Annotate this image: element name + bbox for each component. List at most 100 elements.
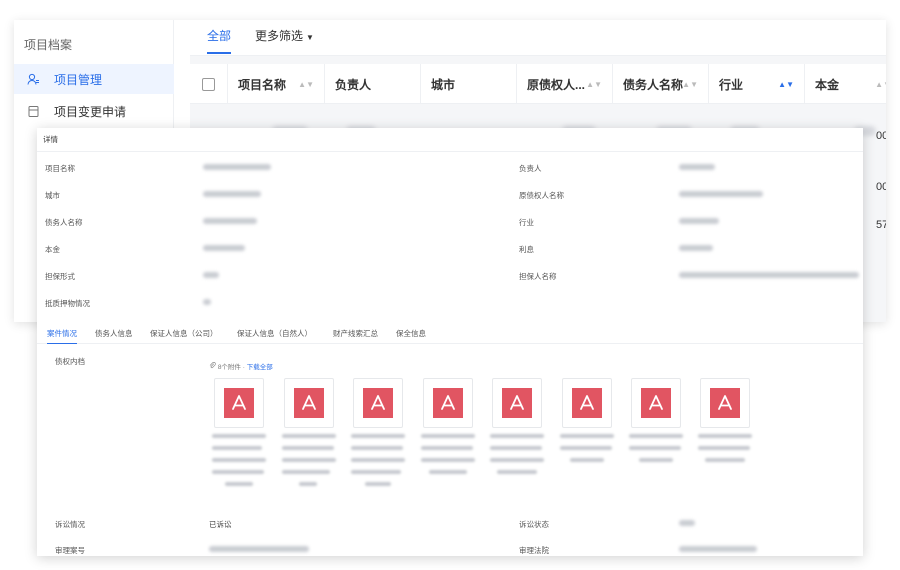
pdf-attachment[interactable] [423, 378, 473, 428]
blurred-filename [497, 470, 537, 474]
blurred-value [679, 164, 715, 170]
case-number-label: 审理案号 [55, 546, 85, 555]
pdf-attachment[interactable] [214, 378, 264, 428]
blurred-filename [560, 434, 614, 438]
sort-icon[interactable]: ▲▼ [778, 80, 794, 89]
blurred-filename [351, 446, 403, 450]
blurred-value [679, 191, 763, 197]
principal-value: 00 [876, 130, 886, 142]
pdf-attachment[interactable] [492, 378, 542, 428]
blurred-filename [225, 482, 253, 486]
blurred-filename [351, 458, 405, 462]
sort-icon[interactable]: ▲▼ [875, 80, 886, 89]
tab-more-filters[interactable]: 更多筛选 ▼ [255, 27, 314, 52]
attachment-info: 8个附件 · 下载全部 [209, 361, 273, 371]
tab-property-clues[interactable]: 财产线索汇总 [333, 328, 378, 343]
blurred-filename [490, 458, 544, 462]
blurred-filename [698, 434, 752, 438]
user-group-icon [26, 72, 40, 86]
detail-tabs: 案件情况 债务人信息 保证人信息（公司） 保证人信息（自然人） 财产线索汇总 保… [37, 326, 863, 344]
select-all-checkbox[interactable] [202, 77, 215, 91]
tab-guarantor-person[interactable]: 保证人信息（自然人） [237, 328, 312, 343]
blurred-filename [698, 446, 750, 450]
column-principal[interactable]: 本金▲▼ [805, 64, 886, 104]
pdf-attachment[interactable] [700, 378, 750, 428]
litigation-value: 已诉讼 [209, 520, 232, 529]
caret-down-icon: ▼ [306, 33, 314, 42]
blurred-value [203, 218, 257, 224]
tab-all[interactable]: 全部 [207, 27, 232, 54]
blurred-filename [212, 470, 264, 474]
sidebar-item-label: 项目变更申请 [54, 104, 127, 119]
field-label: 利息 [519, 245, 534, 254]
blurred-value [203, 245, 245, 251]
field-label: 城市 [45, 191, 60, 200]
blurred-filename [212, 434, 266, 438]
blurred-filename [421, 446, 473, 450]
tab-debtor-info[interactable]: 债务人信息 [95, 328, 133, 343]
principal-value: 57 [876, 219, 886, 231]
download-all-link[interactable]: 下载全部 [247, 364, 273, 371]
litigation-label: 诉讼情况 [55, 520, 85, 529]
sort-icon[interactable]: ▲▼ [586, 80, 602, 89]
blurred-filename [421, 458, 475, 462]
blurred-filename [560, 446, 612, 450]
column-debtor-name[interactable]: 债务人名称 ▲▼ [613, 64, 709, 104]
blurred-filename [365, 482, 391, 486]
pdf-icon [502, 388, 532, 418]
field-label: 负责人 [519, 164, 542, 173]
blurred-filename [490, 446, 542, 450]
column-owner[interactable]: 负责人 [325, 64, 421, 104]
sidebar-item-label: 项目管理 [54, 72, 103, 87]
tab-case-info[interactable]: 案件情况 [47, 328, 77, 344]
field-label: 担保形式 [45, 272, 75, 281]
table-header: 项目名称 ▲▼ 负责人 城市 原债权人... ▲▼ 债务人名称 ▲▼ 行业 ▲▼ 本金 ▲… [190, 64, 886, 104]
blurred-filename [282, 458, 336, 462]
blurred-value [679, 272, 859, 278]
column-original-creditor[interactable]: 原债权人... ▲▼ [517, 64, 613, 104]
blurred-value [203, 299, 211, 305]
blurred-filename [705, 458, 745, 462]
blurred-value [203, 191, 261, 197]
tab-preservation-info[interactable]: 保全信息 [396, 328, 426, 343]
paperclip-icon [209, 361, 218, 371]
pdf-attachment[interactable] [631, 378, 681, 428]
blurred-value [679, 245, 713, 251]
pdf-icon [224, 388, 254, 418]
field-label: 担保人名称 [519, 272, 557, 281]
filter-tabs: 全部 更多筛选 ▼ [190, 20, 886, 56]
blurred-value [679, 546, 757, 552]
pdf-attachment[interactable] [353, 378, 403, 428]
sidebar-item-project-management[interactable]: 项目管理 [14, 64, 174, 94]
blurred-value [679, 218, 719, 224]
field-label: 债务人名称 [45, 218, 83, 227]
principal-value: 00 [876, 181, 886, 193]
blurred-filename [629, 434, 683, 438]
tab-guarantor-company[interactable]: 保证人信息（公司） [150, 328, 218, 343]
blurred-filename [282, 446, 334, 450]
pdf-icon [433, 388, 463, 418]
sidebar-item-project-change-request[interactable]: 项目变更申请 [14, 96, 174, 126]
blurred-filename [212, 446, 262, 450]
sort-icon[interactable]: ▲▼ [682, 80, 698, 89]
blurred-filename [639, 458, 673, 462]
pdf-attachment[interactable] [562, 378, 612, 428]
detail-panel: 详情 项目名称 城市 债务人名称 本金 担保形式 抵质押物情况 负责人 原债权人… [37, 128, 863, 556]
blurred-filename [570, 458, 604, 462]
field-label: 行业 [519, 218, 534, 227]
blurred-filename [282, 434, 336, 438]
pdf-icon [294, 388, 324, 418]
detail-header: 详情 [37, 128, 863, 152]
pdf-icon [710, 388, 740, 418]
litigation-status-label: 诉讼状态 [519, 520, 549, 529]
column-city[interactable]: 城市 [421, 64, 517, 104]
sort-icon[interactable]: ▲▼ [298, 80, 314, 89]
column-industry[interactable]: 行业 ▲▼ [709, 64, 805, 104]
blurred-filename [351, 470, 401, 474]
blurred-value [679, 520, 695, 526]
pdf-attachment[interactable] [284, 378, 334, 428]
column-project-name[interactable]: 项目名称 ▲▼ [228, 64, 325, 104]
attachment-count: 8个附件 [217, 364, 241, 371]
field-label: 本金 [45, 245, 60, 254]
field-label: 项目名称 [45, 164, 75, 173]
